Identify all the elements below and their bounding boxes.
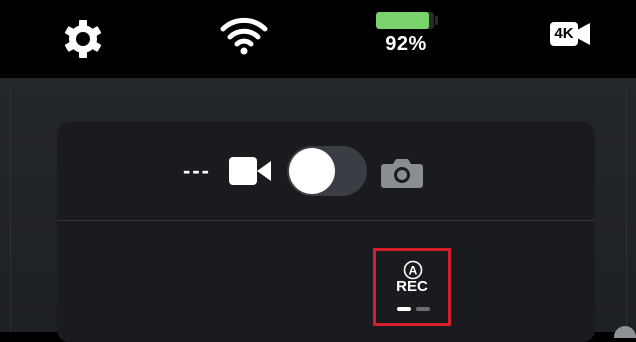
resolution-button[interactable]: 4K bbox=[548, 20, 590, 48]
settings-button[interactable] bbox=[61, 17, 105, 61]
divider bbox=[626, 86, 627, 332]
auto-a-icon: A bbox=[403, 260, 423, 280]
auto-letter: A bbox=[409, 264, 418, 278]
resolution-label: 4K bbox=[550, 22, 578, 46]
recording-time-placeholder: --- bbox=[183, 158, 211, 183]
record-label: REC bbox=[396, 278, 428, 295]
video-photo-toggle[interactable] bbox=[287, 146, 367, 196]
status-bar: 92% 4K bbox=[0, 0, 636, 78]
battery-icon bbox=[376, 12, 434, 29]
divider bbox=[10, 86, 11, 332]
wifi-status[interactable] bbox=[218, 12, 270, 56]
page-indicator-active bbox=[397, 307, 411, 311]
battery-percentage: 92% bbox=[385, 33, 427, 55]
video-camera-4k-icon bbox=[577, 23, 590, 45]
card-separator bbox=[57, 220, 595, 221]
wifi-icon bbox=[220, 17, 268, 55]
gear-icon bbox=[64, 20, 102, 58]
page-indicator bbox=[416, 307, 430, 311]
video-camera-icon[interactable] bbox=[229, 156, 271, 186]
camera-icon[interactable] bbox=[381, 156, 423, 188]
battery-level-fill bbox=[376, 12, 430, 29]
battery-status[interactable]: 92% bbox=[366, 10, 446, 58]
battery-tip bbox=[435, 16, 438, 25]
toggle-knob bbox=[289, 148, 335, 194]
